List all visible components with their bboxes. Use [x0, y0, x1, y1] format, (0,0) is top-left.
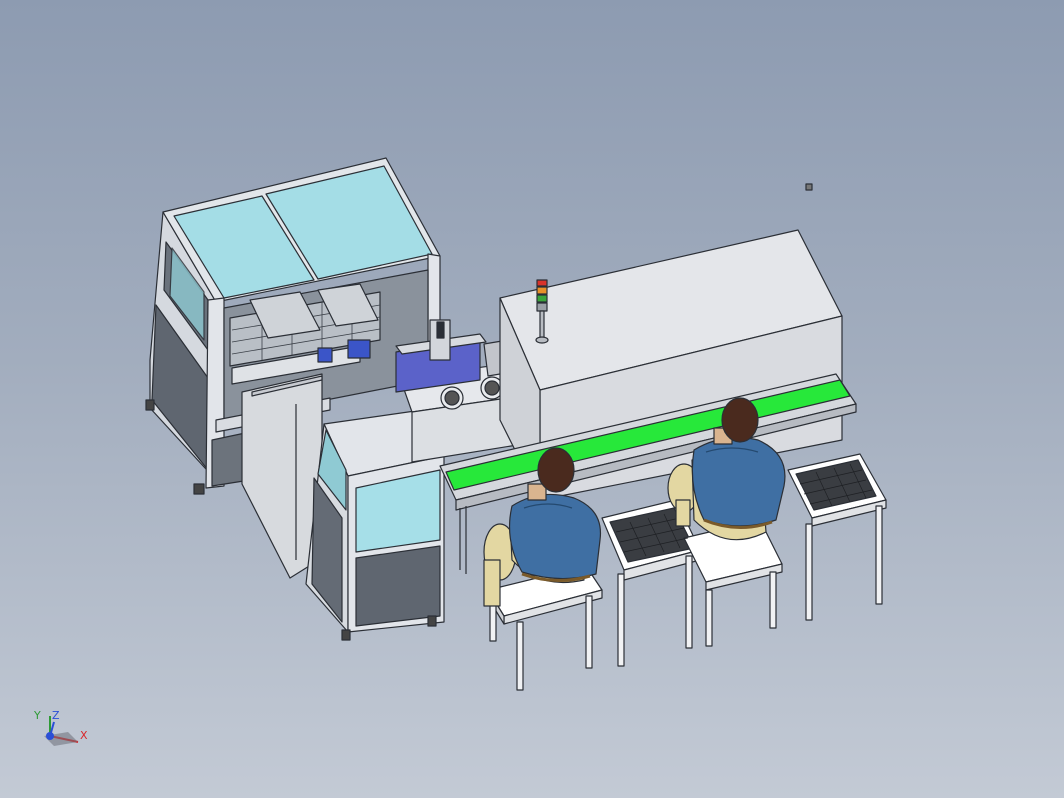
cad-viewport[interactable]: Y Z X — [0, 0, 1064, 798]
signal-lamp-white — [536, 302, 548, 312]
assembly-model[interactable] — [0, 0, 1064, 798]
y-axis-label: Y — [34, 709, 41, 722]
signal-lamp-green — [536, 294, 548, 303]
axis-triad: Y Z X — [28, 702, 98, 758]
x-axis-label: X — [80, 729, 88, 742]
signal-lamp-red — [536, 279, 548, 287]
signal-lamp-amber — [536, 286, 548, 295]
z-axis-label: Z — [52, 709, 60, 722]
